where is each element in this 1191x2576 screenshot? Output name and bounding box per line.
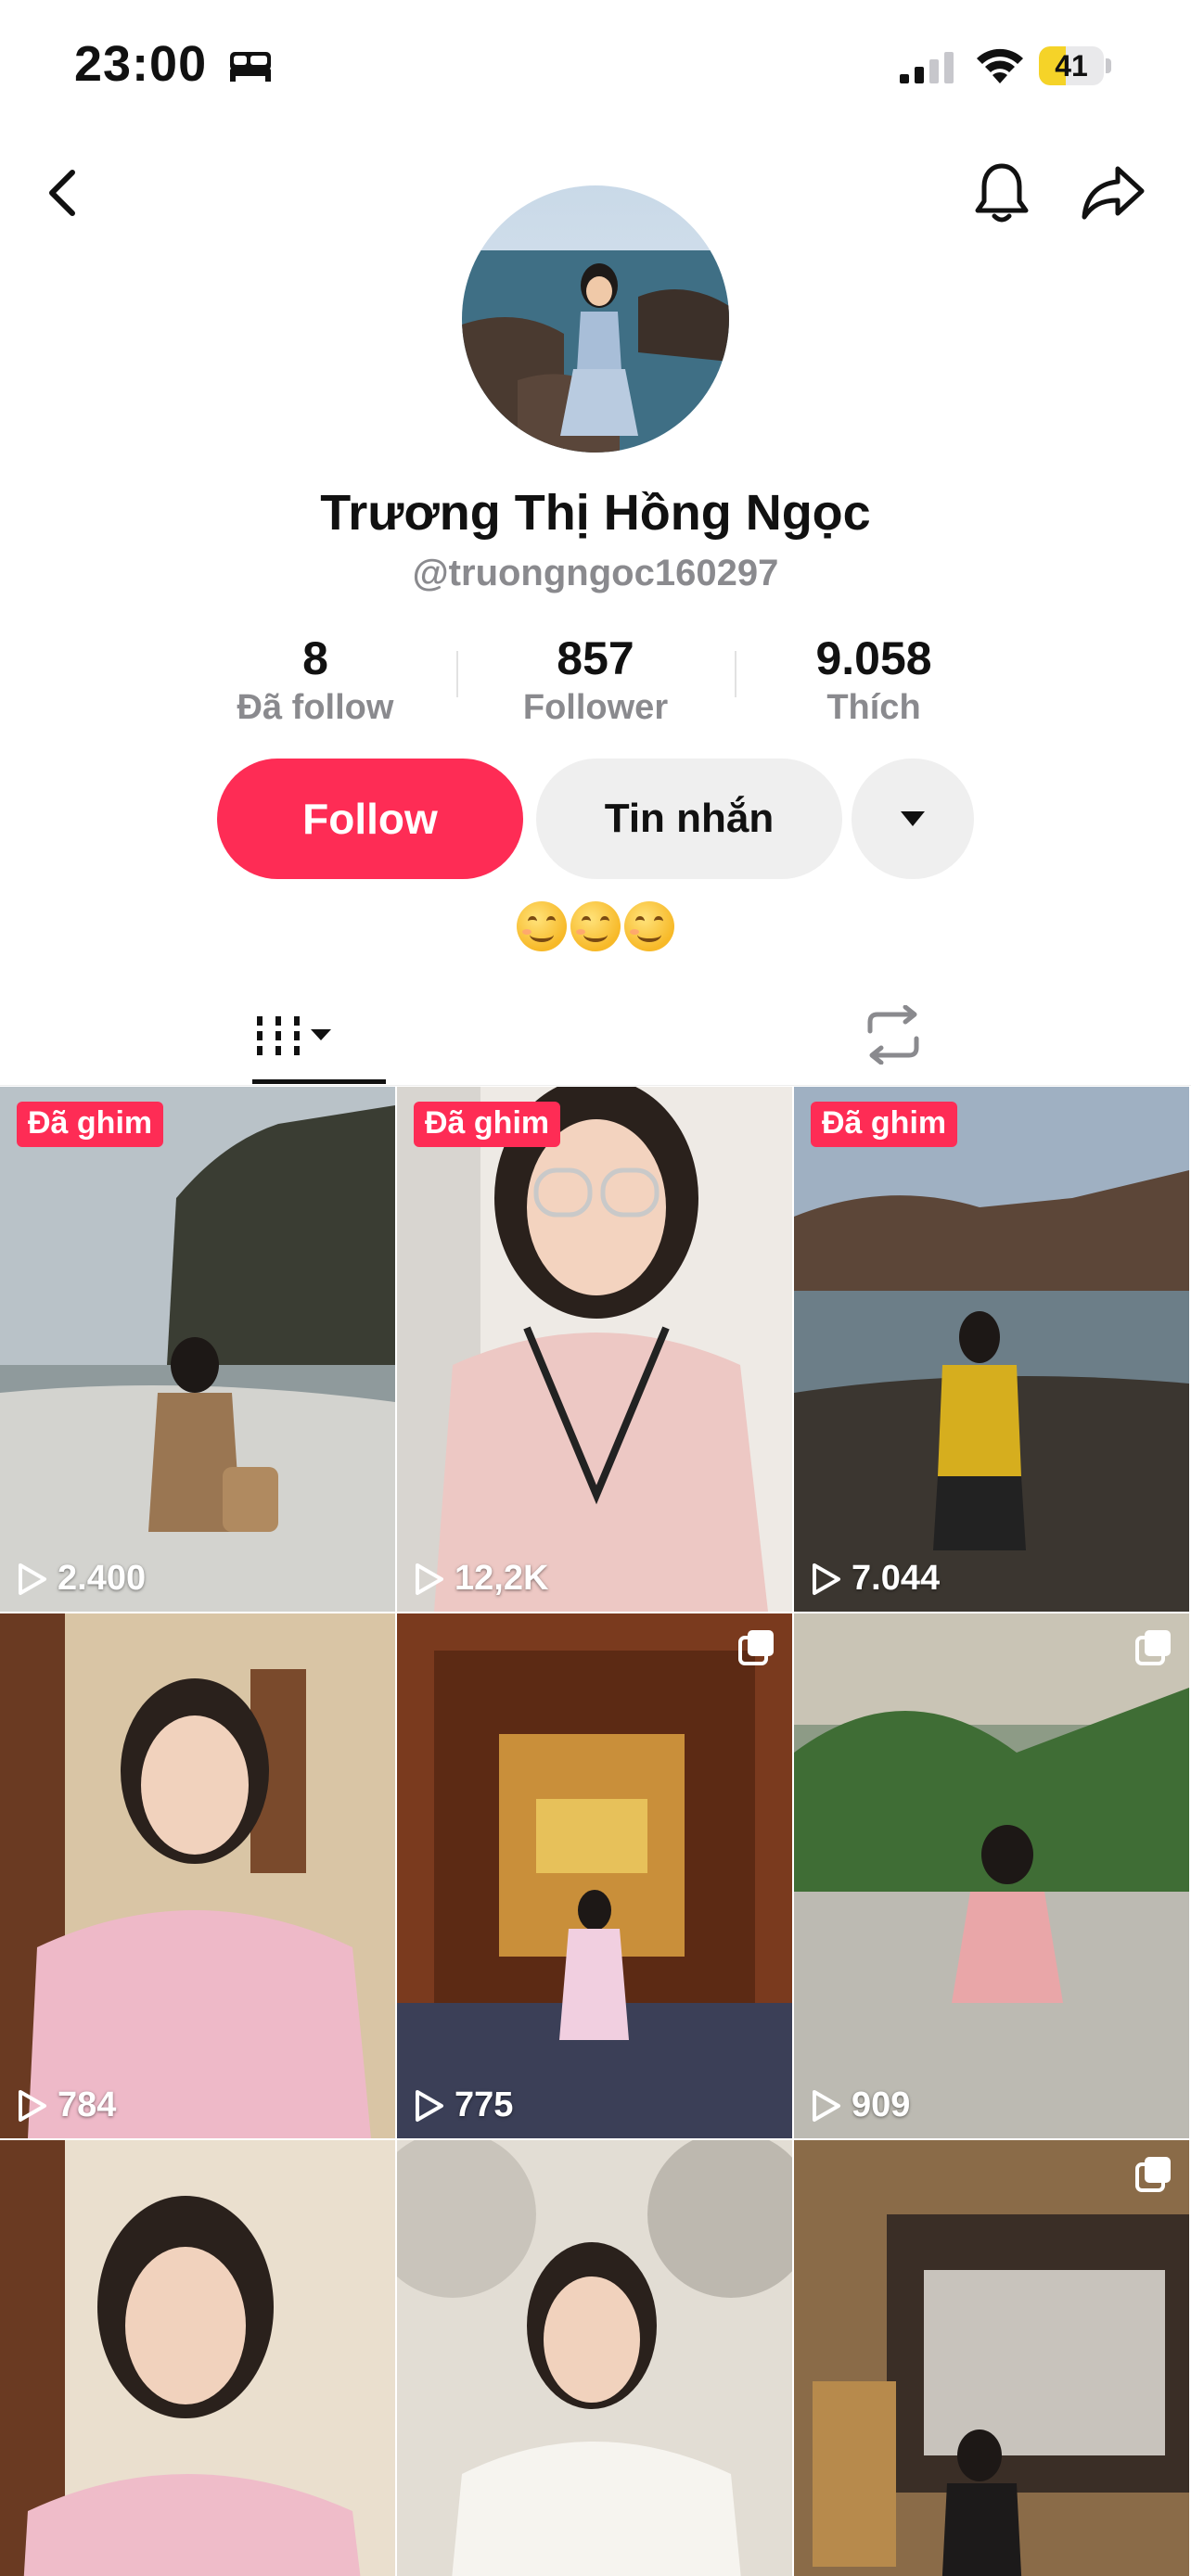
sleep-focus-icon [230, 52, 271, 82]
play-icon [19, 1562, 46, 1595]
video-thumbnail [397, 1087, 792, 1612]
video-tile[interactable]: Đã ghim 7.044 [794, 1087, 1189, 1612]
followers-count: 857 [557, 632, 634, 684]
video-thumbnail [397, 2140, 792, 2576]
caret-down-icon [901, 811, 925, 826]
view-count: 7.044 [811, 1559, 940, 1599]
pinned-badge: Đã ghim [811, 1102, 958, 1147]
video-thumbnail [794, 2140, 1189, 2576]
view-count-label: 784 [58, 2085, 117, 2124]
view-count-label: 775 [455, 2085, 514, 2124]
content-tabs [0, 983, 1191, 1087]
bio [0, 896, 1191, 952]
view-count: 909 [811, 2085, 910, 2125]
display-name: Trương Thị Hồng Ngọc [320, 485, 871, 541]
play-icon [416, 1562, 443, 1595]
profile-stats: 8 Đã follow 857 Follower 9.058 Thích [204, 631, 987, 733]
status-time: 23:00 [74, 36, 208, 92]
tab-reposts[interactable] [596, 983, 1191, 1087]
profile-avatar[interactable] [462, 185, 729, 453]
photo-carousel-icon [1135, 1630, 1171, 1665]
following-count: 8 [302, 632, 328, 684]
battery-indicator: 41 [1039, 46, 1111, 85]
video-tile[interactable]: 909 [794, 1613, 1189, 2138]
play-icon [19, 2089, 46, 2122]
view-count-label: 909 [852, 2085, 911, 2124]
play-icon [813, 1562, 840, 1595]
stat-divider [735, 651, 736, 697]
view-count: 2.400 [17, 1559, 146, 1599]
follow-button[interactable]: Follow [217, 759, 523, 879]
video-tile[interactable]: 784 [0, 1613, 395, 2138]
avatar-photo [462, 185, 729, 453]
active-tab-indicator [252, 1079, 386, 1084]
video-tile[interactable]: 775 [397, 1613, 792, 2138]
message-button[interactable]: Tin nhắn [536, 759, 842, 879]
video-thumbnail [397, 1613, 792, 2138]
video-thumbnail [0, 1087, 395, 1612]
photo-carousel-icon [1135, 2157, 1171, 2192]
share-arrow-icon [1082, 166, 1145, 220]
bell-icon [975, 163, 1029, 223]
view-count-label: 12,2K [455, 1559, 549, 1598]
view-count: 784 [17, 2085, 116, 2125]
username: @truongngoc160297 [412, 553, 779, 593]
chevron-left-icon [49, 170, 75, 216]
view-count-label: 2.400 [58, 1559, 147, 1598]
tab-videos[interactable] [0, 983, 596, 1087]
video-thumbnail [0, 2140, 395, 2576]
battery-level: 41 [1055, 49, 1088, 83]
repost-icon [867, 1005, 919, 1065]
video-tile[interactable]: Đã ghim 12,2K [397, 1087, 792, 1612]
pinned-badge: Đã ghim [414, 1102, 561, 1147]
video-tile[interactable]: Đã ghim 2.400 [0, 1087, 395, 1612]
photo-carousel-icon [738, 1630, 774, 1665]
play-icon [813, 2089, 840, 2122]
stat-followers[interactable]: 857 Follower [484, 631, 707, 729]
view-count: 775 [414, 2085, 513, 2125]
cellular-signal-icon [900, 52, 954, 83]
status-bar: 23:00 41 [0, 0, 1191, 130]
stat-likes[interactable]: 9.058 Thích [762, 631, 985, 729]
smiling-face-emoji [624, 901, 674, 952]
video-tile[interactable] [794, 2140, 1189, 2576]
view-count: 12,2K [414, 1559, 548, 1599]
grid-bars-icon [257, 1016, 331, 1055]
back-button[interactable] [26, 156, 100, 230]
view-count-label: 7.044 [852, 1559, 941, 1598]
video-grid: Đã ghim 2.400 Đã ghim 12,2K Đã ghim 7.044 784 7… [0, 1087, 1191, 2576]
likes-label: Thích [826, 688, 921, 727]
video-tile[interactable] [0, 2140, 395, 2576]
video-tile[interactable] [397, 2140, 792, 2576]
play-icon [416, 2089, 443, 2122]
stat-following[interactable]: 8 Đã follow [204, 631, 427, 729]
tabs-divider [0, 1085, 1191, 1086]
video-thumbnail [0, 1613, 395, 2138]
likes-count: 9.058 [815, 632, 932, 684]
following-label: Đã follow [237, 688, 394, 727]
notification-bell-button[interactable] [965, 156, 1039, 230]
video-thumbnail [794, 1613, 1189, 2138]
pinned-badge: Đã ghim [17, 1102, 164, 1147]
smiling-face-emoji [570, 901, 621, 952]
stat-divider [456, 651, 458, 697]
followers-label: Follower [522, 688, 669, 727]
suggested-accounts-button[interactable] [852, 759, 974, 879]
caret-down-icon [311, 1029, 331, 1040]
wifi-icon [977, 48, 1023, 83]
share-button[interactable] [1076, 156, 1150, 230]
video-thumbnail [794, 1087, 1189, 1612]
smiling-face-emoji [517, 901, 567, 952]
